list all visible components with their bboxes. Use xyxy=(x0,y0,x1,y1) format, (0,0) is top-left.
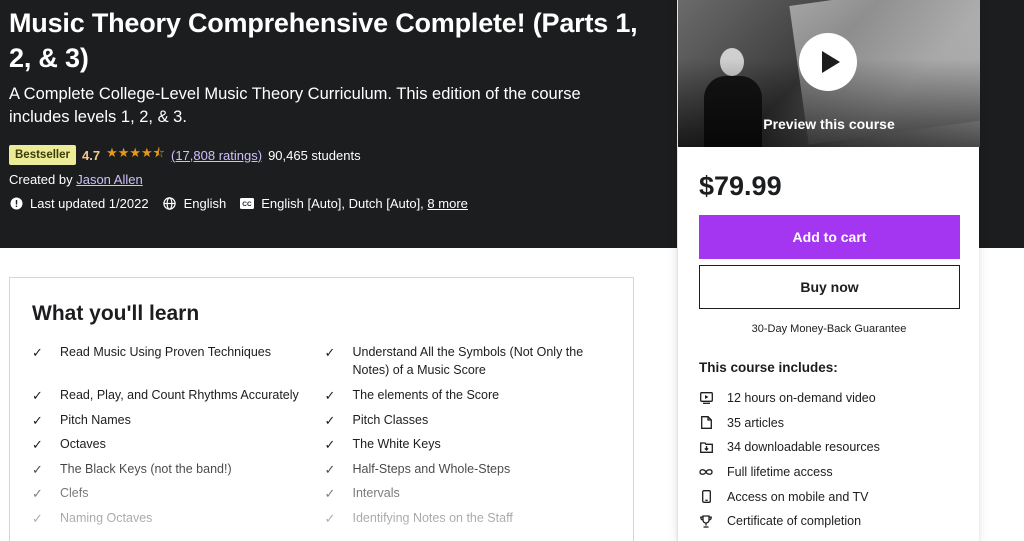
learn-item: ✓ Pitch Classes xyxy=(325,412,618,437)
includes-item: Full lifetime access xyxy=(699,460,880,485)
star-rating-icon: ★★★★⯪ xyxy=(106,145,165,160)
download-icon xyxy=(699,440,713,454)
rating-row: Bestseller 4.7 ★★★★⯪ (17,808 ratings) 90… xyxy=(9,144,361,166)
learn-item: ✓ Clefs xyxy=(32,485,325,510)
instructor-link[interactable]: Jason Allen xyxy=(76,172,143,187)
learn-row: ✓ Naming Octaves ✓ Identifying Notes on th… xyxy=(32,510,617,535)
includes-list: 12 hours on-demand video 35 articles 34 … xyxy=(699,386,880,534)
closed-captions-icon: CC xyxy=(240,197,255,211)
money-back-guarantee: 30-Day Money-Back Guarantee xyxy=(751,323,907,335)
learn-row: ✓ Octaves ✓ The White Keys xyxy=(32,436,617,461)
article-icon xyxy=(699,416,713,430)
includes-item: 35 articles xyxy=(699,411,880,436)
course-preview[interactable]: Preview this course xyxy=(678,0,980,147)
learn-row: ✓ Read Music Using Proven Techniques ✓ Und… xyxy=(32,344,617,387)
learn-item: ✓ Read, Play, and Count Rhythms Accuratel… xyxy=(32,387,325,412)
language: English xyxy=(163,196,227,211)
mobile-icon xyxy=(699,490,713,504)
learn-item: ✓ Naming Octaves xyxy=(32,510,325,535)
what-youll-learn-box: What you'll learn ✓ Read Music Using Prov… xyxy=(9,277,634,541)
alert-badge-icon xyxy=(9,197,23,211)
learn-row: ✓ Read, Play, and Count Rhythms Accuratel… xyxy=(32,387,617,412)
learn-item: ✓ The White Keys xyxy=(325,436,618,461)
learn-item: ✓ Understand All the Symbols (Not Only th… xyxy=(325,344,618,387)
course-info-row: Last updated 1/2022 English CC English [… xyxy=(9,196,482,211)
captions-text: English [Auto], Dutch [Auto], xyxy=(261,196,424,211)
includes-item: 12 hours on-demand video xyxy=(699,386,880,411)
last-updated: Last updated 1/2022 xyxy=(9,196,149,211)
last-updated-text: Last updated 1/2022 xyxy=(30,196,149,211)
check-icon: ✓ xyxy=(324,437,336,452)
check-icon: ✓ xyxy=(324,461,336,477)
learn-item: ✓ Half-Steps and Whole-Steps xyxy=(325,461,618,486)
check-icon: ✓ xyxy=(324,412,336,428)
includes-item: Access on mobile and TV xyxy=(699,484,880,509)
check-icon: ✓ xyxy=(32,510,43,526)
learn-item: ✓ Octaves xyxy=(32,436,325,461)
learn-row: ✓ Clefs ✓ Intervals xyxy=(32,485,617,510)
learn-item: ✓ Identifying Notes on the Staff xyxy=(325,510,618,535)
video-icon xyxy=(699,391,713,405)
course-title: Music Theory Comprehensive Complete! (Pa… xyxy=(9,8,638,73)
language-text: English xyxy=(183,196,227,211)
check-icon: ✓ xyxy=(32,437,43,452)
learn-item: ✓ The elements of the Score xyxy=(325,387,618,412)
learn-item: ✓ Read Music Using Proven Techniques xyxy=(32,344,325,387)
check-icon: ✓ xyxy=(324,388,336,403)
check-icon: ✓ xyxy=(32,461,43,477)
ratings-count-link[interactable]: (17,808 ratings) xyxy=(171,148,262,163)
globe-icon xyxy=(163,197,177,211)
add-to-cart-button[interactable]: Add to cart xyxy=(699,215,960,259)
learn-item: ✓ Pitch Names xyxy=(32,412,325,437)
learn-row: ✓ The Black Keys (not the band!) ✓ Half-St… xyxy=(32,461,617,486)
includes-title: This course includes: xyxy=(699,360,838,375)
purchase-card: Preview this course $79.99 Add to cart B… xyxy=(677,0,980,541)
infinity-icon xyxy=(699,465,713,479)
check-icon: ✓ xyxy=(32,388,43,403)
includes-item: Certificate of completion xyxy=(699,509,880,534)
trophy-icon xyxy=(699,514,713,528)
check-icon: ✓ xyxy=(32,345,43,360)
learn-item: ✓ The Black Keys (not the band!) xyxy=(32,461,325,486)
learn-list: ✓ Read Music Using Proven Techniques ✓ Und… xyxy=(32,344,617,534)
bestseller-badge: Bestseller xyxy=(9,145,76,165)
buy-now-button[interactable]: Buy now xyxy=(699,265,960,309)
check-icon: ✓ xyxy=(32,486,43,501)
check-icon: ✓ xyxy=(324,510,336,526)
learn-item: ✓ Intervals xyxy=(325,485,618,510)
preview-label[interactable]: Preview this course xyxy=(678,116,980,132)
includes-item: 34 downloadable resources xyxy=(699,435,880,460)
svg-text:CC: CC xyxy=(243,201,253,208)
students-count: 90,465 students xyxy=(268,147,361,163)
rating-value: 4.7 xyxy=(81,147,101,163)
captions: CC English [Auto], Dutch [Auto], 8 more xyxy=(240,196,468,211)
learn-row: ✓ Pitch Names ✓ Pitch Classes xyxy=(32,412,617,437)
course-price: $79.99 xyxy=(699,171,782,201)
learn-title: What you'll learn xyxy=(32,302,200,325)
check-icon: ✓ xyxy=(324,345,336,360)
check-icon: ✓ xyxy=(324,486,336,501)
created-by-label: Created by xyxy=(9,172,73,187)
course-subtitle: A Complete College-Level Music Theory Cu… xyxy=(9,85,581,126)
check-icon: ✓ xyxy=(32,412,43,428)
captions-more-link[interactable]: 8 more xyxy=(427,196,467,211)
created-by: Created by Jason Allen xyxy=(9,172,143,187)
play-icon xyxy=(821,51,840,73)
play-button[interactable] xyxy=(799,33,857,91)
